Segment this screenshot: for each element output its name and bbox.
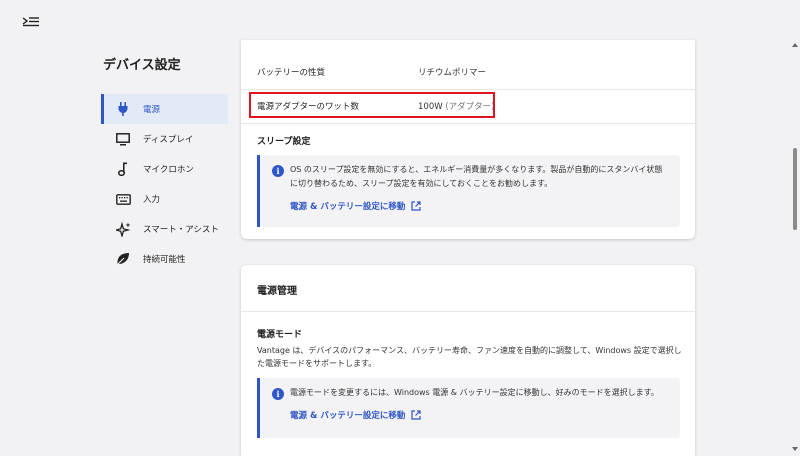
power-battery-settings-link[interactable]: 電源 & バッテリー設定に移動 [290,200,421,212]
sidebar-item-sustainability[interactable]: 持続可能性 [101,244,228,274]
sidebar: デバイス設定 電源 ディスプレイ マイクロホン 入力 スマート・アシスト 持続可… [101,40,231,274]
highlight-box [249,92,495,118]
battery-type-value: リチウムポリマー [418,68,487,78]
vertical-scrollbar[interactable] [790,0,800,456]
sparkle-icon [115,221,131,237]
sidebar-item-label: ディスプレイ [143,135,194,145]
sidebar-item-label: スマート・アシスト [143,225,219,235]
leaf-icon [115,251,131,267]
power-mode-description: Vantage は、デバイスのパフォーマンス、バッテリー寿命、ファン速度を自動的… [257,346,682,368]
sidebar-item-label: 電源 [143,105,161,115]
power-mode-title: 電源モード [257,330,303,340]
sleep-settings-title: スリープ設定 [257,137,311,147]
sidebar-item-label: マイクロホン [143,165,194,175]
power-battery-settings-link-2[interactable]: 電源 & バッテリー設定に移動 [290,409,421,421]
info-icon: i [272,165,284,177]
sidebar-item-power[interactable]: 電源 [101,94,228,124]
scroll-down-arrow-icon[interactable] [792,446,798,452]
power-management-title: 電源管理 [257,286,297,297]
power-management-card: 電源管理 電源モード Vantage は、デバイスのパフォーマンス、バッテリー寿… [241,265,695,456]
power-mode-info-box: i 電源モードを変更するには、Windows 電源 & バッテリー設定に移動し、… [257,378,680,438]
power-mode-info-text: 電源モードを変更するには、Windows 電源 & バッテリー設定に移動し、好み… [290,388,659,397]
external-link-icon [411,201,421,211]
collapse-menu-icon[interactable] [22,16,40,30]
sidebar-item-smart-assist[interactable]: スマート・アシスト [101,214,228,244]
monitor-icon [115,131,131,147]
external-link-icon [411,410,421,420]
music-note-icon [115,161,131,177]
info-icon: i [272,388,284,400]
battery-settings-card: バッテリーの性質 リチウムポリマー 電源アダプターのワット数 100W (アダプ… [241,40,695,239]
sidebar-item-microphone[interactable]: マイクロホン [101,154,228,184]
sidebar-title: デバイス設定 [103,58,181,73]
sidebar-item-display[interactable]: ディスプレイ [101,124,228,154]
sidebar-nav: 電源 ディスプレイ マイクロホン 入力 スマート・アシスト 持続可能性 [101,94,231,274]
sleep-info-box: i OS のスリープ設定を無効にすると、エネルギー消費量が多くなります。製品が自… [257,155,680,227]
scroll-up-arrow-icon[interactable] [792,42,798,48]
sidebar-item-input[interactable]: 入力 [101,184,228,214]
sleep-info-text: OS のスリープ設定を無効にすると、エネルギー消費量が多くなります。製品が自動的… [290,165,663,188]
battery-type-row: バッテリーの性質 リチウムポリマー [241,55,695,89]
divider [241,311,695,312]
scrollbar-thumb[interactable] [793,148,797,230]
sidebar-item-label: 持続可能性 [143,255,186,265]
keyboard-icon [115,191,131,207]
plug-icon [115,101,131,117]
divider [241,123,695,124]
sidebar-item-label: 入力 [143,195,161,205]
battery-type-label: バッテリーの性質 [257,68,326,78]
